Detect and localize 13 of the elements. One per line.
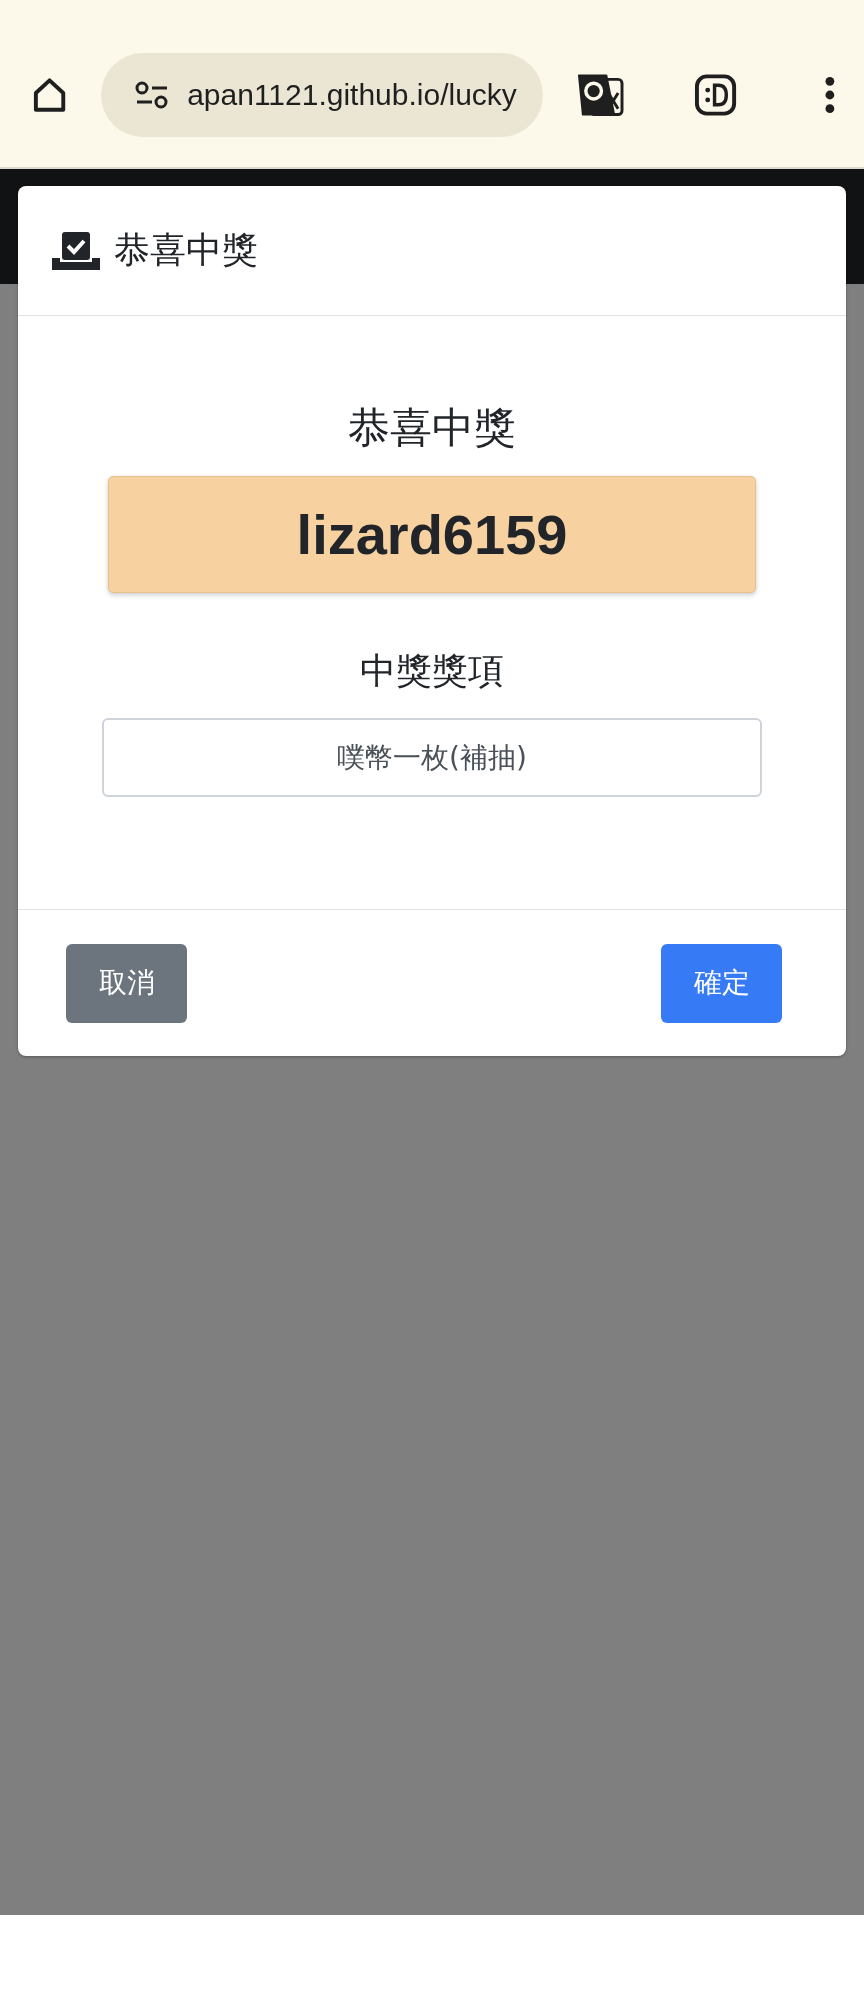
smiley-icon[interactable] — [694, 72, 738, 117]
prize-field[interactable]: 噗幣一枚(補抽) — [102, 718, 762, 797]
cancel-button[interactable]: 取消 — [66, 943, 187, 1023]
confirm-button[interactable]: 確定 — [661, 943, 782, 1023]
address-bar[interactable]: apan1121.github.io/lucky — [101, 52, 544, 137]
dialog-title: 恭喜中獎 — [114, 228, 258, 272]
dialog-heading: 恭喜中獎 — [348, 402, 516, 454]
menu-icon[interactable] — [824, 74, 836, 115]
site-settings-icon[interactable] — [135, 79, 170, 110]
ballot-check-icon — [52, 231, 100, 270]
url-text: apan1121.github.io/lucky — [187, 77, 517, 112]
prize-label: 中獎獎項 — [360, 649, 504, 693]
winner-name: lizard6159 — [108, 476, 756, 593]
